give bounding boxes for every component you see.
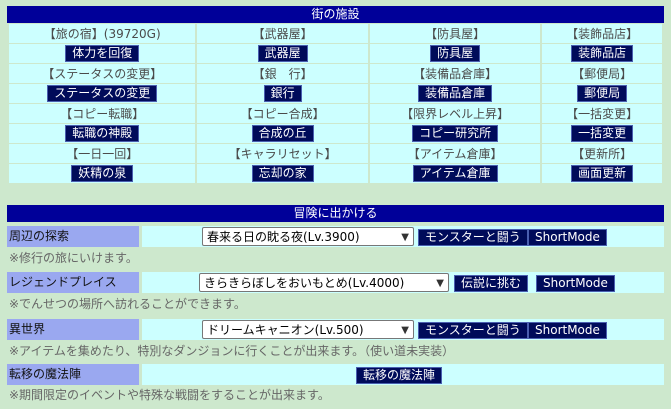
explore-area-selected: 春来る日の眈る夜(Lv.3900)	[207, 230, 360, 244]
facility-label: 【コピー合成】	[197, 104, 368, 123]
facility-button-cell: 忘却の家	[197, 164, 368, 183]
facility-button-cell: 画面更新	[542, 164, 662, 183]
facility-button-cell: アイテム倉庫	[369, 164, 541, 183]
teleport-label: 転移の魔法陣	[7, 364, 139, 385]
facility-button[interactable]: 装備品倉庫	[418, 85, 493, 102]
facility-button[interactable]: 武器屋	[257, 45, 308, 62]
facility-label-row: 【一日一回】 【キャラリセット】 【アイテム倉庫】 【更新所】	[9, 144, 662, 163]
facility-label: 【装飾品店】	[542, 24, 662, 43]
teleport-cell: 転移の魔法陣	[142, 364, 664, 385]
facility-label: 【一括変更】	[542, 104, 662, 123]
facility-button[interactable]: 防具屋	[430, 45, 481, 62]
facility-label: 【装備品倉庫】	[369, 64, 541, 83]
facility-label: 【アイテム倉庫】	[369, 144, 541, 163]
facility-button[interactable]: 郵便局	[577, 85, 628, 102]
adventure-header: 冒険に出かける	[7, 205, 664, 222]
facility-button[interactable]: 妖精の泉	[71, 165, 134, 182]
facility-button-row: 体力を回復 武器屋 防具屋 装飾品店	[9, 44, 662, 63]
explore-shortmode-button[interactable]: ShortMode	[528, 229, 607, 246]
facility-label: 【更新所】	[542, 144, 662, 163]
legend-label: レジェンドプレイス	[7, 272, 139, 293]
legend-area-select[interactable]: きらきらぼしをおいもとめ(Lv.4000) ▼	[199, 273, 449, 292]
facility-button[interactable]: 銀行	[263, 85, 302, 102]
otherworld-area-select[interactable]: ドリームキャニオン(Lv.500) ▼	[202, 320, 414, 339]
chevron-down-icon: ▼	[401, 232, 409, 243]
facility-button-cell: 装備品倉庫	[369, 84, 541, 103]
facility-button-row: 転職の神殿 合成の丘 コピー研究所 一括変更	[9, 124, 662, 143]
explore-label: 周辺の探索	[7, 226, 139, 247]
facility-label: 【キャラリセット】	[197, 144, 368, 163]
facility-button-cell: 防具屋	[369, 44, 541, 63]
legend-cell: きらきらぼしをおいもとめ(Lv.4000) ▼ 伝説に挑む ShortMode	[142, 272, 664, 293]
teleport-row: 転移の魔法陣 転移の魔法陣	[7, 364, 664, 385]
facility-button[interactable]: 忘却の家	[251, 165, 314, 182]
facility-label: 【コピー転職】	[9, 104, 196, 123]
facility-label-row: 【コピー転職】 【コピー合成】 【限界レベル上昇】 【一括変更】	[9, 104, 662, 123]
facility-button-cell: 体力を回復	[9, 44, 196, 63]
facility-label: 【防具屋】	[369, 24, 541, 43]
facility-button-cell: 郵便局	[542, 84, 662, 103]
facility-button-cell: 妖精の泉	[9, 164, 196, 183]
facility-label: 【ステータスの変更】	[9, 64, 196, 83]
facility-button-cell: ステータスの変更	[9, 84, 196, 103]
facility-label-row: 【旅の宿】(39720G) 【武器屋】 【防具屋】 【装飾品店】	[9, 24, 662, 43]
facility-button[interactable]: ステータスの変更	[47, 85, 158, 102]
teleport-button[interactable]: 転移の魔法陣	[356, 367, 443, 384]
otherworld-label: 異世界	[7, 319, 139, 340]
legend-note: ※でんせつの場所へ訪れることができます。	[9, 297, 246, 311]
facility-button-cell: 銀行	[197, 84, 368, 103]
facility-button-row: 妖精の泉 忘却の家 アイテム倉庫 画面更新	[9, 164, 662, 183]
facility-label: 【限界レベル上昇】	[369, 104, 541, 123]
facilities-table: 【旅の宿】(39720G) 【武器屋】 【防具屋】 【装飾品店】体力を回復 武器屋 防具屋…	[7, 23, 664, 184]
facility-button-cell: 転職の神殿	[9, 124, 196, 143]
facility-button[interactable]: 転職の神殿	[65, 125, 140, 142]
explore-area-select[interactable]: 春来る日の眈る夜(Lv.3900) ▼	[202, 227, 414, 246]
facility-label: 【銀 行】	[197, 64, 368, 83]
explore-row: 周辺の探索 春来る日の眈る夜(Lv.3900) ▼ モンスターと闘う Short…	[7, 226, 664, 247]
otherworld-note: ※アイテムを集めたり、特別なダンジョンに行くことが出来ます。（使い道未実装）	[9, 344, 455, 358]
otherworld-row: 異世界 ドリームキャニオン(Lv.500) ▼ モンスターと闘う ShortMo…	[7, 319, 664, 340]
explore-cell: 春来る日の眈る夜(Lv.3900) ▼ モンスターと闘う ShortMode	[142, 226, 664, 247]
facility-label: 【一日一回】	[9, 144, 196, 163]
facility-button-cell: 装飾品店	[542, 44, 662, 63]
facility-button-cell: 武器屋	[197, 44, 368, 63]
facility-button[interactable]: 装飾品店	[571, 45, 634, 62]
chevron-down-icon: ▼	[401, 325, 409, 336]
facility-button[interactable]: コピー研究所	[412, 125, 499, 142]
otherworld-area-selected: ドリームキャニオン(Lv.500)	[207, 323, 364, 337]
otherworld-cell: ドリームキャニオン(Lv.500) ▼ モンスターと闘う ShortMode	[142, 319, 664, 340]
legend-area-selected: きらきらぼしをおいもとめ(Lv.4000)	[204, 276, 405, 290]
facility-button-row: ステータスの変更 銀行 装備品倉庫 郵便局	[9, 84, 662, 103]
chevron-down-icon: ▼	[436, 278, 444, 289]
facilities-header: 街の施設	[7, 6, 664, 23]
legend-shortmode-button[interactable]: ShortMode	[536, 275, 615, 292]
facility-button[interactable]: 体力を回復	[65, 45, 140, 62]
facility-label: 【旅の宿】(39720G)	[9, 24, 196, 43]
legend-challenge-button[interactable]: 伝説に挑む	[454, 275, 529, 292]
explore-note: ※修行の旅にいけます。	[9, 251, 138, 265]
facility-label-row: 【ステータスの変更】 【銀 行】 【装備品倉庫】 【郵便局】	[9, 64, 662, 83]
teleport-note: ※期間限定のイベントや特殊な戦闘をすることが出来ます。	[9, 388, 330, 402]
facility-button[interactable]: 合成の丘	[251, 125, 314, 142]
facility-button-cell: 合成の丘	[197, 124, 368, 143]
otherworld-shortmode-button[interactable]: ShortMode	[528, 322, 607, 339]
facility-label: 【武器屋】	[197, 24, 368, 43]
facility-button-cell: コピー研究所	[369, 124, 541, 143]
facility-label: 【郵便局】	[542, 64, 662, 83]
facility-button[interactable]: 画面更新	[571, 165, 634, 182]
facility-button[interactable]: 一括変更	[571, 125, 634, 142]
legend-row: レジェンドプレイス きらきらぼしをおいもとめ(Lv.4000) ▼ 伝説に挑む …	[7, 272, 664, 293]
explore-fight-button[interactable]: モンスターと闘う	[418, 229, 528, 246]
facility-button-cell: 一括変更	[542, 124, 662, 143]
otherworld-fight-button[interactable]: モンスターと闘う	[418, 322, 528, 339]
facility-button[interactable]: アイテム倉庫	[412, 165, 498, 182]
